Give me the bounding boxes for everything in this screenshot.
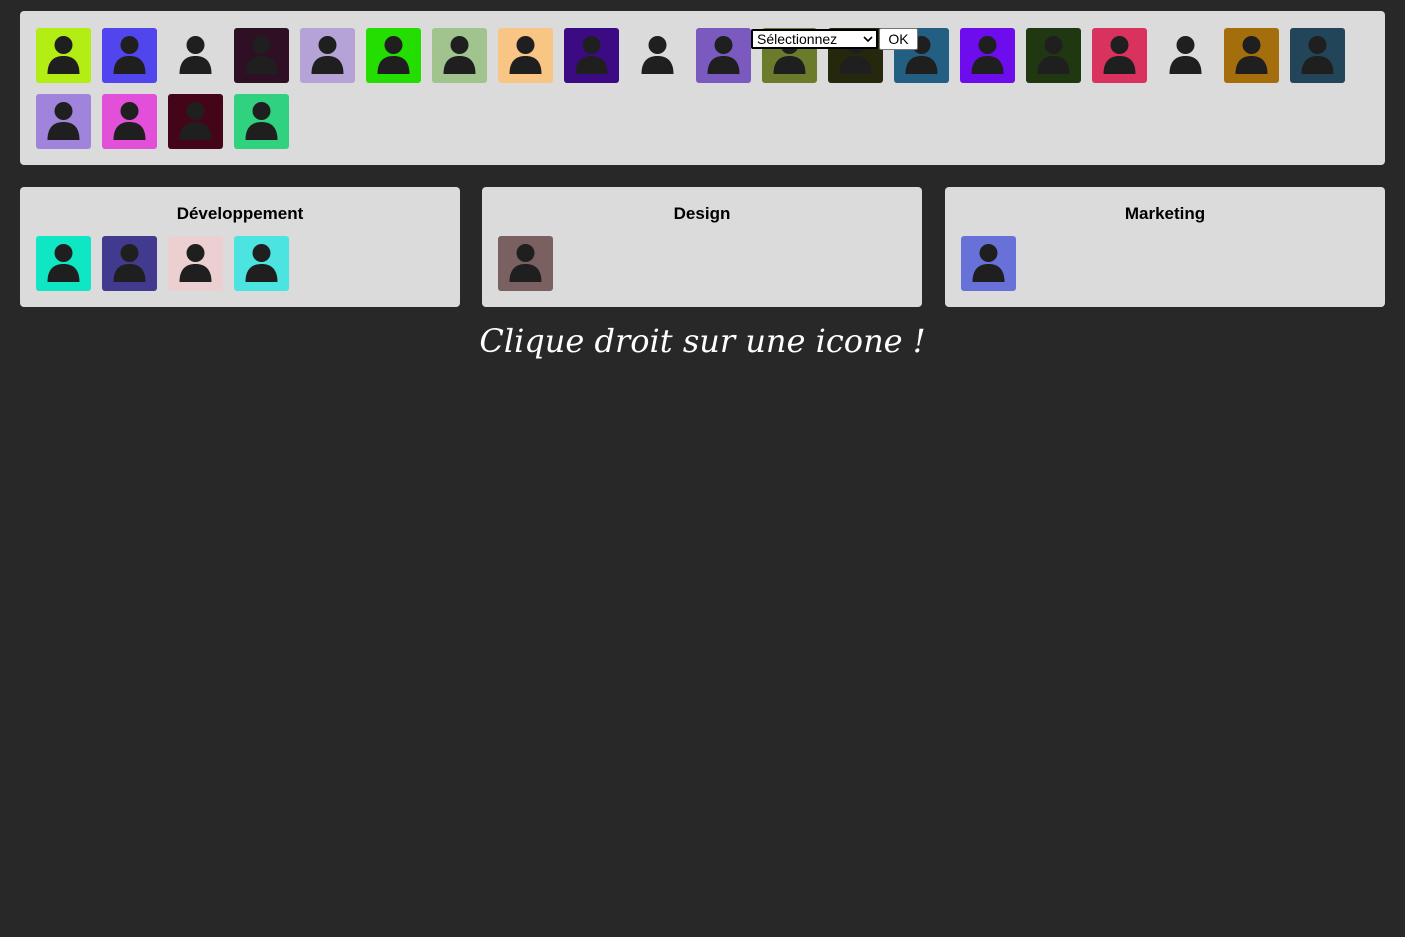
user-avatar[interactable]	[234, 94, 289, 149]
person-icon	[377, 36, 410, 74]
person-icon	[972, 244, 1005, 282]
person-icon	[179, 102, 212, 140]
person-icon	[509, 36, 542, 74]
person-icon	[113, 36, 146, 74]
user-avatar[interactable]	[168, 236, 223, 291]
user-avatar[interactable]	[36, 94, 91, 149]
user-avatar[interactable]	[432, 28, 487, 83]
person-icon	[641, 36, 674, 74]
person-icon	[1103, 36, 1136, 74]
user-avatar[interactable]	[234, 236, 289, 291]
user-pool-panel	[20, 11, 1385, 165]
person-icon	[245, 102, 278, 140]
user-avatar[interactable]	[960, 28, 1015, 83]
user-avatar[interactable]	[961, 236, 1016, 291]
person-icon	[113, 102, 146, 140]
person-icon	[47, 102, 80, 140]
user-avatar[interactable]	[1224, 28, 1279, 83]
user-avatar[interactable]	[564, 28, 619, 83]
user-avatar[interactable]	[102, 28, 157, 83]
user-avatar[interactable]	[36, 236, 91, 291]
group-title: Marketing	[1124, 204, 1206, 223]
groups-container: Développement Design Marketing	[20, 187, 1385, 307]
user-avatar[interactable]	[1026, 28, 1081, 83]
user-avatar[interactable]	[498, 28, 553, 83]
user-avatar[interactable]	[1158, 28, 1213, 83]
person-icon	[245, 244, 278, 282]
person-icon	[1037, 36, 1070, 74]
user-avatar[interactable]	[36, 28, 91, 83]
person-icon	[113, 244, 146, 282]
person-icon	[47, 244, 80, 282]
person-icon	[509, 244, 542, 282]
person-icon	[707, 36, 740, 74]
person-icon	[245, 36, 278, 74]
person-icon	[575, 36, 608, 74]
person-icon	[1169, 36, 1202, 74]
person-icon	[1235, 36, 1268, 74]
user-avatar[interactable]	[366, 28, 421, 83]
group-members	[36, 236, 446, 292]
user-avatar[interactable]	[102, 94, 157, 149]
user-avatar[interactable]	[1092, 28, 1147, 83]
user-avatar[interactable]	[1290, 28, 1345, 83]
group-select-value: Sélectionnez	[757, 31, 838, 47]
user-avatar[interactable]	[168, 94, 223, 149]
group-panel-design: Design	[482, 187, 922, 307]
hint-text: Clique droit sur une icone !	[479, 322, 926, 360]
group-members	[498, 236, 908, 292]
person-icon	[47, 36, 80, 74]
group-panel-developpement: Développement	[20, 187, 460, 307]
group-select[interactable]: Sélectionnez	[751, 29, 878, 49]
user-avatar[interactable]	[234, 28, 289, 83]
user-avatar[interactable]	[630, 28, 685, 83]
group-panel-marketing: Marketing	[945, 187, 1385, 307]
person-icon	[971, 36, 1004, 74]
group-members	[961, 236, 1371, 292]
chevron-down-icon	[863, 36, 873, 43]
user-avatar[interactable]	[696, 28, 751, 83]
person-icon	[1301, 36, 1334, 74]
person-icon	[179, 36, 212, 74]
user-avatar[interactable]	[498, 236, 553, 291]
person-icon	[311, 36, 344, 74]
user-avatar[interactable]	[300, 28, 355, 83]
user-avatar[interactable]	[102, 236, 157, 291]
ok-button[interactable]: OK	[879, 28, 918, 50]
group-title: Design	[673, 204, 731, 223]
user-avatar[interactable]	[168, 28, 223, 83]
person-icon	[443, 36, 476, 74]
group-title: Développement	[176, 204, 304, 223]
person-icon	[179, 244, 212, 282]
